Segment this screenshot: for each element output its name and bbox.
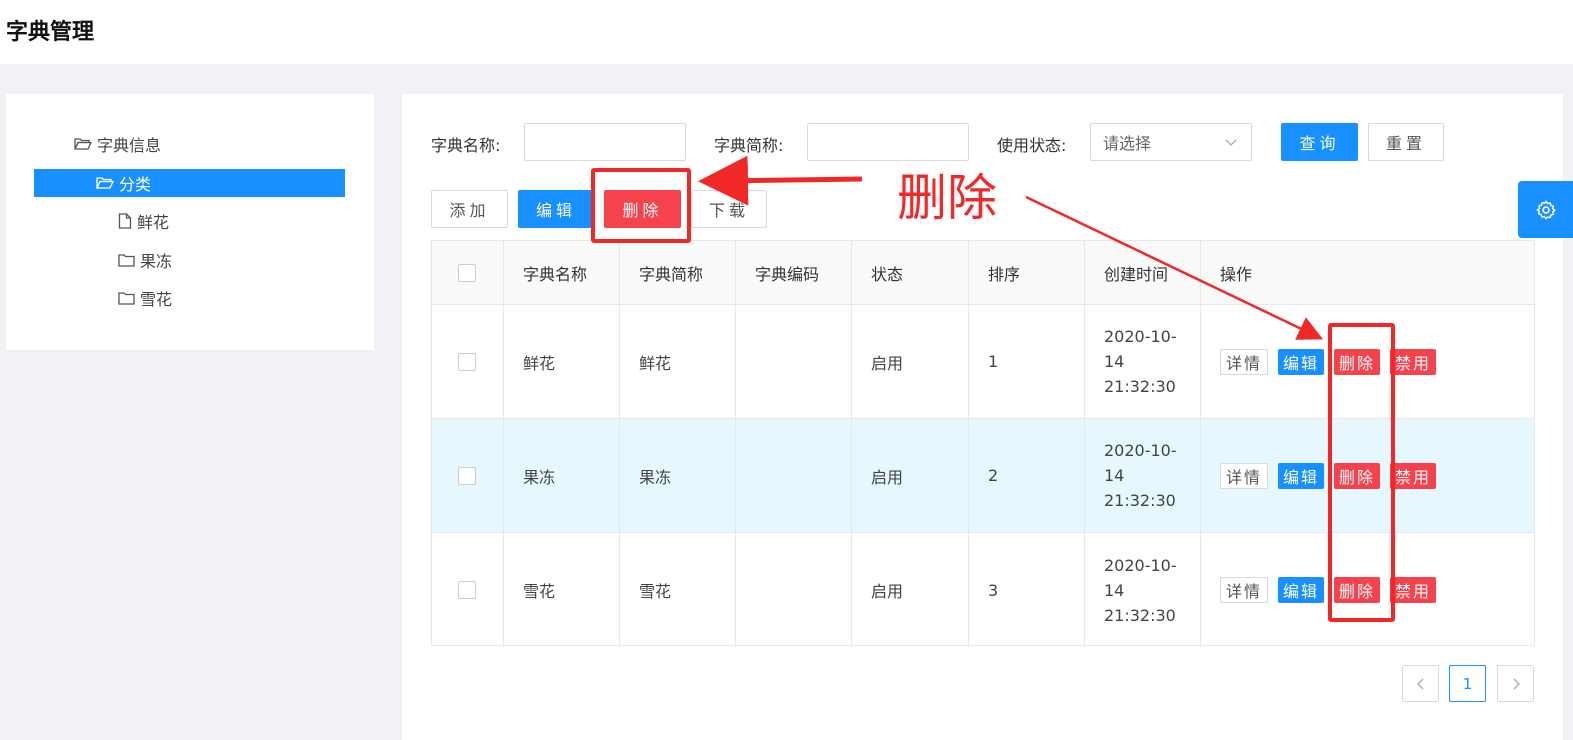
annotation-arrows xyxy=(698,155,1324,340)
arrow-to-toolbar-delete xyxy=(698,155,863,206)
arrow-to-row-delete xyxy=(1025,195,1324,340)
